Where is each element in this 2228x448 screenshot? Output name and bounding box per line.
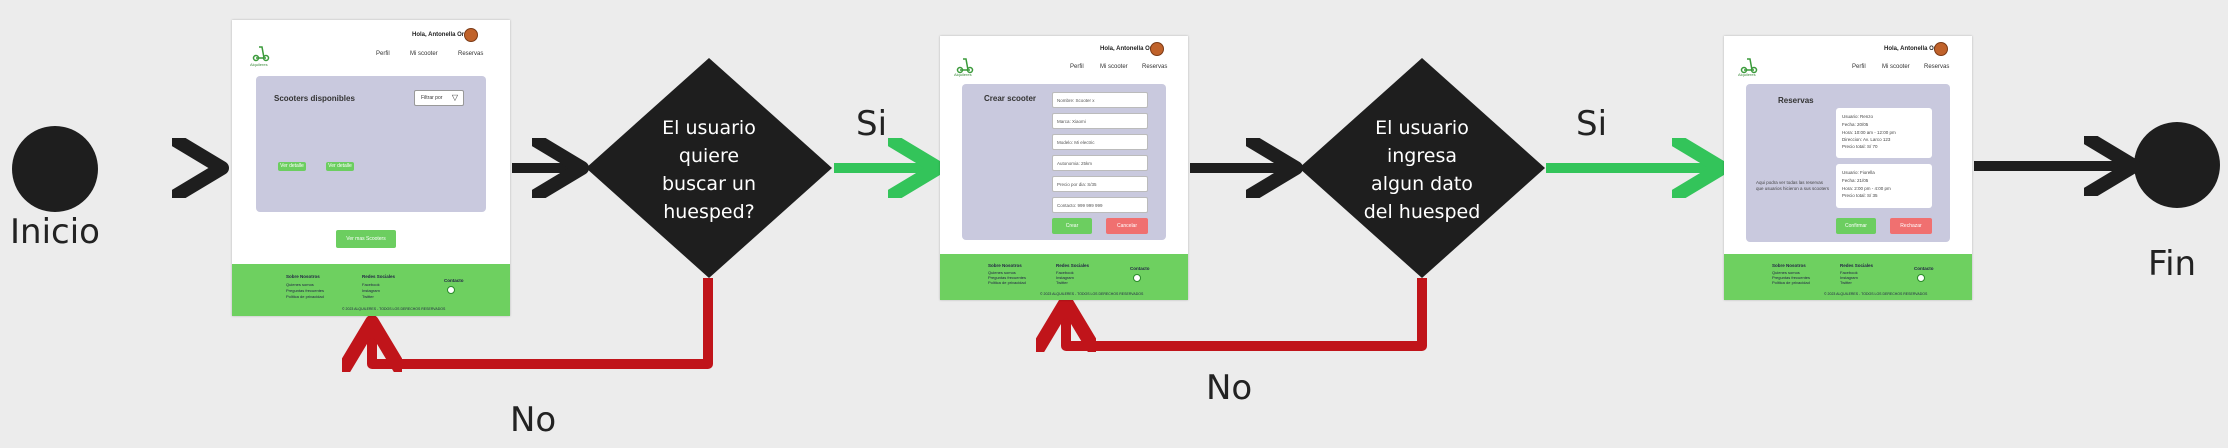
scooter-logo-icon: [252, 44, 270, 62]
field-modelo[interactable]: Modelo: Mi electric: [1052, 134, 1148, 150]
footer-link[interactable]: Twitter: [362, 294, 374, 299]
footer-social-title: Redes Sociales: [1840, 263, 1874, 268]
card-line: Direccion: Av. Larco 123: [1842, 137, 1891, 142]
avatar[interactable]: [1150, 42, 1164, 56]
decision-2-line: del huesped: [1363, 201, 1481, 223]
panel-title: Scooters disponibles: [274, 94, 355, 103]
nav-perfil[interactable]: Perfil: [376, 51, 390, 57]
no-label-2: No: [1206, 368, 1253, 408]
decision-2-text: El usuario ingresa algun dato del huespe…: [1342, 114, 1502, 226]
card-line: Fecha: 21/05: [1842, 178, 1869, 183]
field-nombre[interactable]: Nombre: Scooter x: [1052, 92, 1148, 108]
footer: Sobre Nosotros Quienes somos Preguntas f…: [1724, 254, 1972, 300]
reservas-panel: Reservas Aqui podra ver todas las reserv…: [1746, 84, 1950, 242]
footer-link[interactable]: Politica de privacidad: [286, 294, 324, 299]
reservation-card[interactable]: Usuario: Renzo Fecha: 20/05 Hora: 10:00 …: [1836, 108, 1932, 158]
decision-1-text: El usuario quiere buscar un huesped?: [629, 114, 789, 226]
footer-social-title: Redes Sociales: [362, 274, 396, 279]
confirm-button[interactable]: Confirmar: [1836, 218, 1876, 234]
nav-mi-scooter[interactable]: Mi scooter: [410, 51, 438, 57]
card-line: Precio total: S/ 70: [1842, 144, 1878, 149]
side-text: Aqui podra ver todas las reservas: [1756, 180, 1824, 185]
whatsapp-icon[interactable]: [1917, 274, 1925, 282]
nav-mi-scooter[interactable]: Mi scooter: [1100, 64, 1128, 70]
field-autonomia[interactable]: Autonomia: 25km: [1052, 155, 1148, 171]
footer-social-title: Redes Sociales: [1056, 263, 1090, 268]
side-text: que usuarios hicieron a sus scooters: [1756, 186, 1830, 191]
decision-1-line: buscar un: [661, 173, 757, 195]
footer-copyright: © 2023 ALQUILERES - TODOS LOS DERECHOS R…: [1824, 292, 1928, 296]
footer: Sobre Nosotros Quienes somos Preguntas f…: [940, 254, 1188, 300]
decision-1-line: huesped?: [663, 201, 755, 223]
screen-reservas: Alquileres Hola, Antonella Ore Perfil Mi…: [1724, 36, 1972, 300]
footer-link[interactable]: Quienes somos: [286, 282, 314, 287]
create-button[interactable]: Crear: [1052, 218, 1092, 234]
card-line: Hora: 10:00 am - 12:00 pm: [1842, 130, 1896, 135]
footer-link[interactable]: Twitter: [1840, 280, 1852, 285]
decision-2-line: algun dato: [1371, 173, 1473, 195]
field-precio[interactable]: Precio por dia: S/35: [1052, 176, 1148, 192]
filter-label: Filtrar por: [421, 95, 443, 101]
avatar[interactable]: [1934, 42, 1948, 56]
reject-button[interactable]: Rechazar: [1890, 218, 1932, 234]
see-more-button[interactable]: Ver mas Scooters: [336, 230, 396, 248]
footer-copyright: © 2023 ALQUILERES - TODOS LOS DERECHOS R…: [1040, 292, 1144, 296]
panel-title: Crear scooter: [984, 94, 1037, 103]
avatar[interactable]: [464, 28, 478, 42]
user-greeting: Hola, Antonella Ore: [1100, 46, 1156, 52]
si-label-2: Si: [1576, 104, 1608, 144]
footer-link[interactable]: Twitter: [1056, 280, 1068, 285]
footer-link[interactable]: Facebook: [362, 282, 380, 287]
nav-mi-scooter[interactable]: Mi scooter: [1882, 64, 1910, 70]
field-contacto[interactable]: Contacto: 999 999 999: [1052, 197, 1148, 213]
nav-perfil[interactable]: Perfil: [1070, 64, 1084, 70]
field-marca[interactable]: Marca: Xiaomi: [1052, 113, 1148, 129]
cancel-button[interactable]: Cancelar: [1106, 218, 1148, 234]
card-line: Usuario: Fiorella: [1842, 170, 1875, 175]
nav-reservas[interactable]: Reservas: [458, 51, 483, 57]
whatsapp-icon[interactable]: [447, 286, 455, 294]
card-line: Precio total: S/ 35: [1842, 193, 1878, 198]
card-line: Fecha: 20/05: [1842, 122, 1869, 127]
filter-dropdown[interactable]: Filtrar por ▽: [414, 90, 464, 106]
card-line: Hora: 2:00 pm - 4:00 pm: [1842, 186, 1891, 191]
logo-text: Alquileres: [954, 72, 972, 77]
footer-link[interactable]: Politica de privacidad: [988, 280, 1026, 285]
detail-chip[interactable]: Ver detalle: [326, 162, 354, 171]
footer: Sobre Nosotros Quienes somos Preguntas f…: [232, 264, 510, 316]
no-label-1: No: [510, 400, 557, 440]
nav-perfil[interactable]: Perfil: [1852, 64, 1866, 70]
crear-panel: Crear scooter Nombre: Scooter x Marca: X…: [962, 84, 1166, 240]
footer-about-title: Sobre Nosotros: [1772, 263, 1806, 268]
decision-2-line: ingresa: [1386, 145, 1457, 167]
footer-about-title: Sobre Nosotros: [286, 274, 320, 279]
whatsapp-icon[interactable]: [1133, 274, 1141, 282]
decision-1-line: quiere: [678, 145, 740, 167]
footer-contact-title: Contacto: [1914, 266, 1934, 271]
footer-about-title: Sobre Nosotros: [988, 263, 1022, 268]
detail-chip[interactable]: Ver detalle: [278, 162, 306, 171]
nav-reservas[interactable]: Reservas: [1924, 64, 1949, 70]
filter-icon: ▽: [451, 93, 458, 102]
footer-copyright: © 2023 ALQUILERES - TODOS LOS DERECHOS R…: [342, 307, 446, 311]
panel-title: Reservas: [1778, 96, 1814, 105]
logo-text: Alquileres: [250, 62, 268, 67]
screen-scooters: Alquileres Hola, Antonella Ore Perfil Mi…: [232, 20, 510, 316]
user-greeting: Hola, Antonella Ore: [1884, 46, 1940, 52]
logo-text: Alquileres: [1738, 72, 1756, 77]
screen-crear-scooter: Alquileres Hola, Antonella Ore Perfil Mi…: [940, 36, 1188, 300]
footer-link[interactable]: Instagram: [362, 288, 380, 293]
decision-2-line: El usuario: [1375, 117, 1469, 139]
card-line: Usuario: Renzo: [1842, 114, 1874, 119]
nav-reservas[interactable]: Reservas: [1142, 64, 1167, 70]
footer-link[interactable]: Politica de privacidad: [1772, 280, 1810, 285]
reservation-card[interactable]: Usuario: Fiorella Fecha: 21/05 Hora: 2:0…: [1836, 164, 1932, 208]
footer-contact-title: Contacto: [444, 278, 464, 283]
user-greeting: Hola, Antonella Ore: [412, 32, 468, 38]
si-label-1: Si: [856, 104, 888, 144]
footer-contact-title: Contacto: [1130, 266, 1150, 271]
footer-link[interactable]: Preguntas frecuentes: [286, 288, 324, 293]
scooters-panel: Scooters disponibles Filtrar por ▽ Ver d…: [256, 76, 486, 212]
decision-1-line: El usuario: [662, 117, 756, 139]
